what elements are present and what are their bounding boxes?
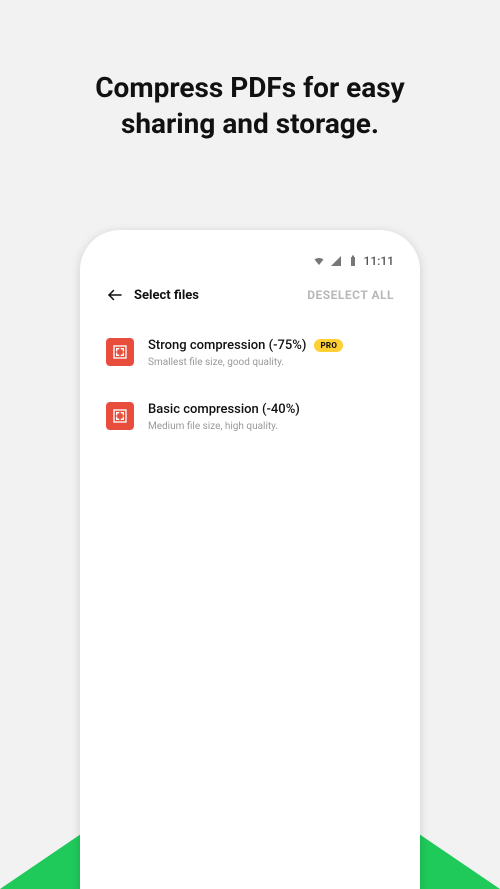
phone-frame: 11:11 Select files DESELECT ALL Strong c — [80, 230, 420, 889]
headline-line-1: Compress PDFs for easy — [95, 71, 405, 104]
top-bar: Select files DESELECT ALL — [106, 286, 394, 304]
headline-line-2: sharing and storage. — [121, 107, 379, 140]
compress-icon — [106, 338, 134, 366]
battery-icon — [347, 255, 359, 267]
phone-screen: 11:11 Select files DESELECT ALL Strong c — [90, 240, 410, 889]
compress-icon — [106, 402, 134, 430]
option-title: Strong compression (-75%) — [148, 338, 306, 353]
page-headline: Compress PDFs for easy sharing and stora… — [0, 0, 500, 143]
option-strong-compression[interactable]: Strong compression (-75%) PRO Smallest f… — [106, 338, 394, 368]
page-root: Compress PDFs for easy sharing and stora… — [0, 0, 500, 889]
back-group[interactable]: Select files — [106, 286, 199, 304]
option-subtitle: Smallest file size, good quality. — [148, 357, 394, 368]
deselect-all-button[interactable]: DESELECT ALL — [307, 288, 394, 302]
pro-badge: PRO — [314, 339, 343, 352]
status-time: 11:11 — [364, 254, 394, 268]
options-list: Strong compression (-75%) PRO Smallest f… — [106, 338, 394, 432]
signal-icon — [330, 255, 342, 267]
option-subtitle: Medium file size, high quality. — [148, 421, 394, 432]
wifi-icon — [313, 255, 325, 267]
status-bar: 11:11 — [106, 254, 394, 268]
option-text: Basic compression (-40%) Medium file siz… — [148, 402, 394, 432]
option-title: Basic compression (-40%) — [148, 402, 300, 417]
back-arrow-icon — [106, 286, 124, 304]
option-basic-compression[interactable]: Basic compression (-40%) Medium file siz… — [106, 402, 394, 432]
screen-title: Select files — [134, 288, 199, 303]
option-text: Strong compression (-75%) PRO Smallest f… — [148, 338, 394, 368]
